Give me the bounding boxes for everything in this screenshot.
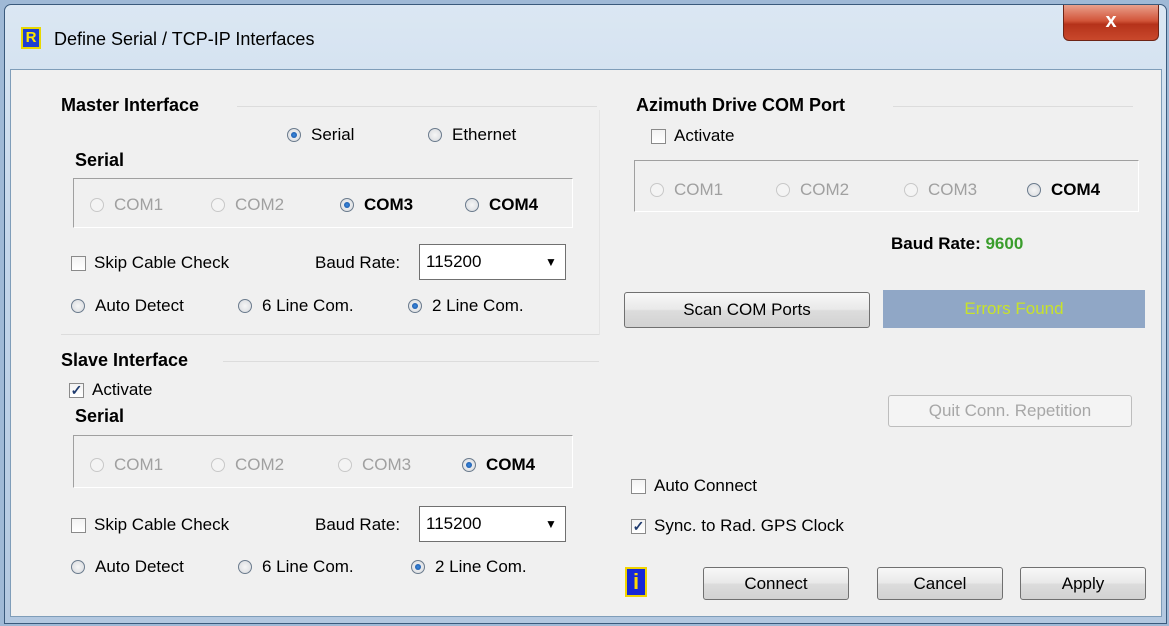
checkbox-icon [651, 128, 666, 144]
master-com1[interactable]: COM1 [90, 195, 163, 215]
slave-baud-label: Baud Rate: [315, 515, 401, 534]
radio-icon [408, 299, 422, 313]
master-com3[interactable]: COM3 [340, 195, 413, 215]
slave-com1[interactable]: COM1 [90, 455, 163, 475]
azimuth-com2[interactable]: COM2 [776, 180, 849, 200]
radio-icon [904, 183, 918, 197]
radio-icon [238, 299, 252, 313]
master-com2[interactable]: COM2 [211, 195, 284, 215]
azimuth-baud-value: 9600 [985, 234, 1024, 253]
sync-gps-clock-checkbox[interactable]: ✓ Sync. to Rad. GPS Clock [631, 516, 844, 536]
master-6-line[interactable]: 6 Line Com. [238, 296, 354, 316]
azimuth-group-line [893, 106, 1133, 107]
radio-icon [428, 128, 442, 142]
slave-com2[interactable]: COM2 [211, 455, 284, 475]
radio-icon [71, 560, 85, 574]
master-group-line [237, 106, 597, 107]
master-mode-serial[interactable]: Serial [287, 125, 354, 145]
azimuth-activate-checkbox[interactable]: Activate [651, 126, 734, 146]
master-mode-ethernet[interactable]: Ethernet [428, 125, 516, 145]
radio-icon [71, 299, 85, 313]
radio-icon [211, 198, 225, 212]
dialog-window: R Define Serial / TCP-IP Interfaces x Ma… [4, 4, 1167, 624]
info-icon[interactable]: i [625, 567, 647, 597]
master-baud-label: Baud Rate: [315, 253, 401, 272]
radio-icon [1027, 183, 1041, 197]
dialog-client-area: Master Interface Serial Ethernet Serial … [10, 69, 1162, 617]
checkbox-icon: ✓ [631, 517, 646, 534]
slave-6-line[interactable]: 6 Line Com. [238, 557, 354, 577]
slave-baud-select[interactable]: 115200 ▼ [419, 506, 566, 542]
slave-skip-cable-check[interactable]: Skip Cable Check [71, 515, 229, 535]
master-serial-label: Serial [75, 150, 125, 170]
title-bar[interactable]: R Define Serial / TCP-IP Interfaces x [5, 5, 1166, 69]
azimuth-com4[interactable]: COM4 [1027, 180, 1100, 200]
radio-icon [465, 198, 479, 212]
checkbox-icon: ✓ [69, 381, 84, 398]
radio-icon [411, 560, 425, 574]
chevron-down-icon: ▼ [545, 255, 557, 269]
connect-button[interactable]: Connect [703, 567, 849, 600]
radio-icon [338, 458, 352, 472]
slave-interface-title: Slave Interface [61, 350, 189, 370]
slave-com3[interactable]: COM3 [338, 455, 411, 475]
checkbox-icon [71, 255, 86, 271]
app-icon: R [21, 27, 41, 49]
master-group-bottom [61, 334, 599, 335]
cancel-button[interactable]: Cancel [877, 567, 1003, 600]
master-baud-select[interactable]: 115200 ▼ [419, 244, 566, 280]
quit-conn-repetition-button[interactable]: Quit Conn. Repetition [888, 395, 1132, 427]
chevron-down-icon: ▼ [545, 517, 557, 531]
radio-icon [238, 560, 252, 574]
master-interface-title: Master Interface [61, 95, 200, 115]
slave-group-line [223, 361, 599, 362]
radio-icon [90, 458, 104, 472]
scan-com-ports-button[interactable]: Scan COM Ports [624, 292, 870, 328]
radio-icon [462, 458, 476, 472]
auto-connect-checkbox[interactable]: Auto Connect [631, 476, 757, 496]
slave-activate-checkbox[interactable]: ✓ Activate [69, 380, 152, 400]
master-skip-cable-check[interactable]: Skip Cable Check [71, 253, 229, 273]
slave-auto-detect[interactable]: Auto Detect [71, 557, 184, 577]
master-com4[interactable]: COM4 [465, 195, 538, 215]
azimuth-com1[interactable]: COM1 [650, 180, 723, 200]
radio-icon [340, 198, 354, 212]
azimuth-com3[interactable]: COM3 [904, 180, 977, 200]
radio-icon [776, 183, 790, 197]
master-2-line[interactable]: 2 Line Com. [408, 296, 524, 316]
azimuth-baud-rate: Baud Rate: 9600 [891, 234, 1024, 253]
close-button[interactable]: x [1063, 5, 1159, 41]
status-indicator: Errors Found [883, 290, 1145, 328]
slave-2-line[interactable]: 2 Line Com. [411, 557, 527, 577]
master-auto-detect[interactable]: Auto Detect [71, 296, 184, 316]
slave-serial-label: Serial [75, 406, 125, 426]
apply-button[interactable]: Apply [1020, 567, 1146, 600]
radio-icon [211, 458, 225, 472]
radio-icon [650, 183, 664, 197]
radio-icon [90, 198, 104, 212]
checkbox-icon [71, 517, 86, 533]
master-group-right-edge [599, 110, 600, 335]
azimuth-title: Azimuth Drive COM Port [636, 95, 846, 115]
radio-icon [287, 128, 301, 142]
checkbox-icon [631, 478, 646, 494]
slave-com4[interactable]: COM4 [462, 455, 535, 475]
window-title: Define Serial / TCP-IP Interfaces [54, 29, 315, 49]
